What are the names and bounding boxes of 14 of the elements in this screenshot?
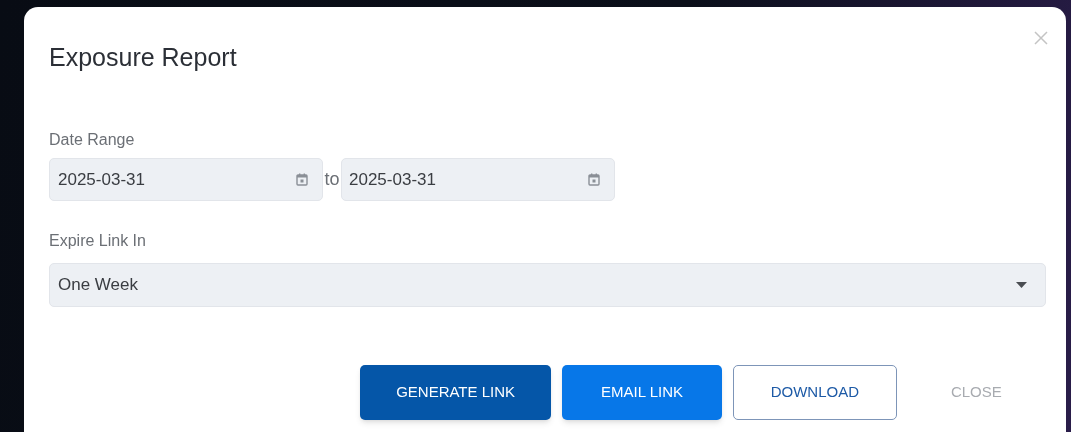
- date-field[interactable]: 2025-03-31: [341, 158, 615, 201]
- action-button[interactable]: EMAIL LINK: [562, 365, 722, 420]
- calendar-icon[interactable]: [588, 173, 600, 186]
- field-label: Expire Link In: [49, 231, 147, 251]
- range-separator: to: [323, 168, 341, 191]
- field-label: Date Range: [49, 130, 136, 150]
- date-field[interactable]: 2025-03-31: [49, 158, 323, 201]
- action-button[interactable]: GENERATE LINK: [360, 365, 552, 420]
- dropdown-caret-icon[interactable]: [1016, 282, 1027, 288]
- calendar-icon[interactable]: [296, 173, 308, 186]
- action-button[interactable]: DOWNLOAD: [732, 365, 897, 420]
- close-icon[interactable]: [1034, 31, 1048, 45]
- select-field[interactable]: One Week: [49, 263, 1046, 307]
- dialog-title: Exposure Report: [49, 42, 238, 73]
